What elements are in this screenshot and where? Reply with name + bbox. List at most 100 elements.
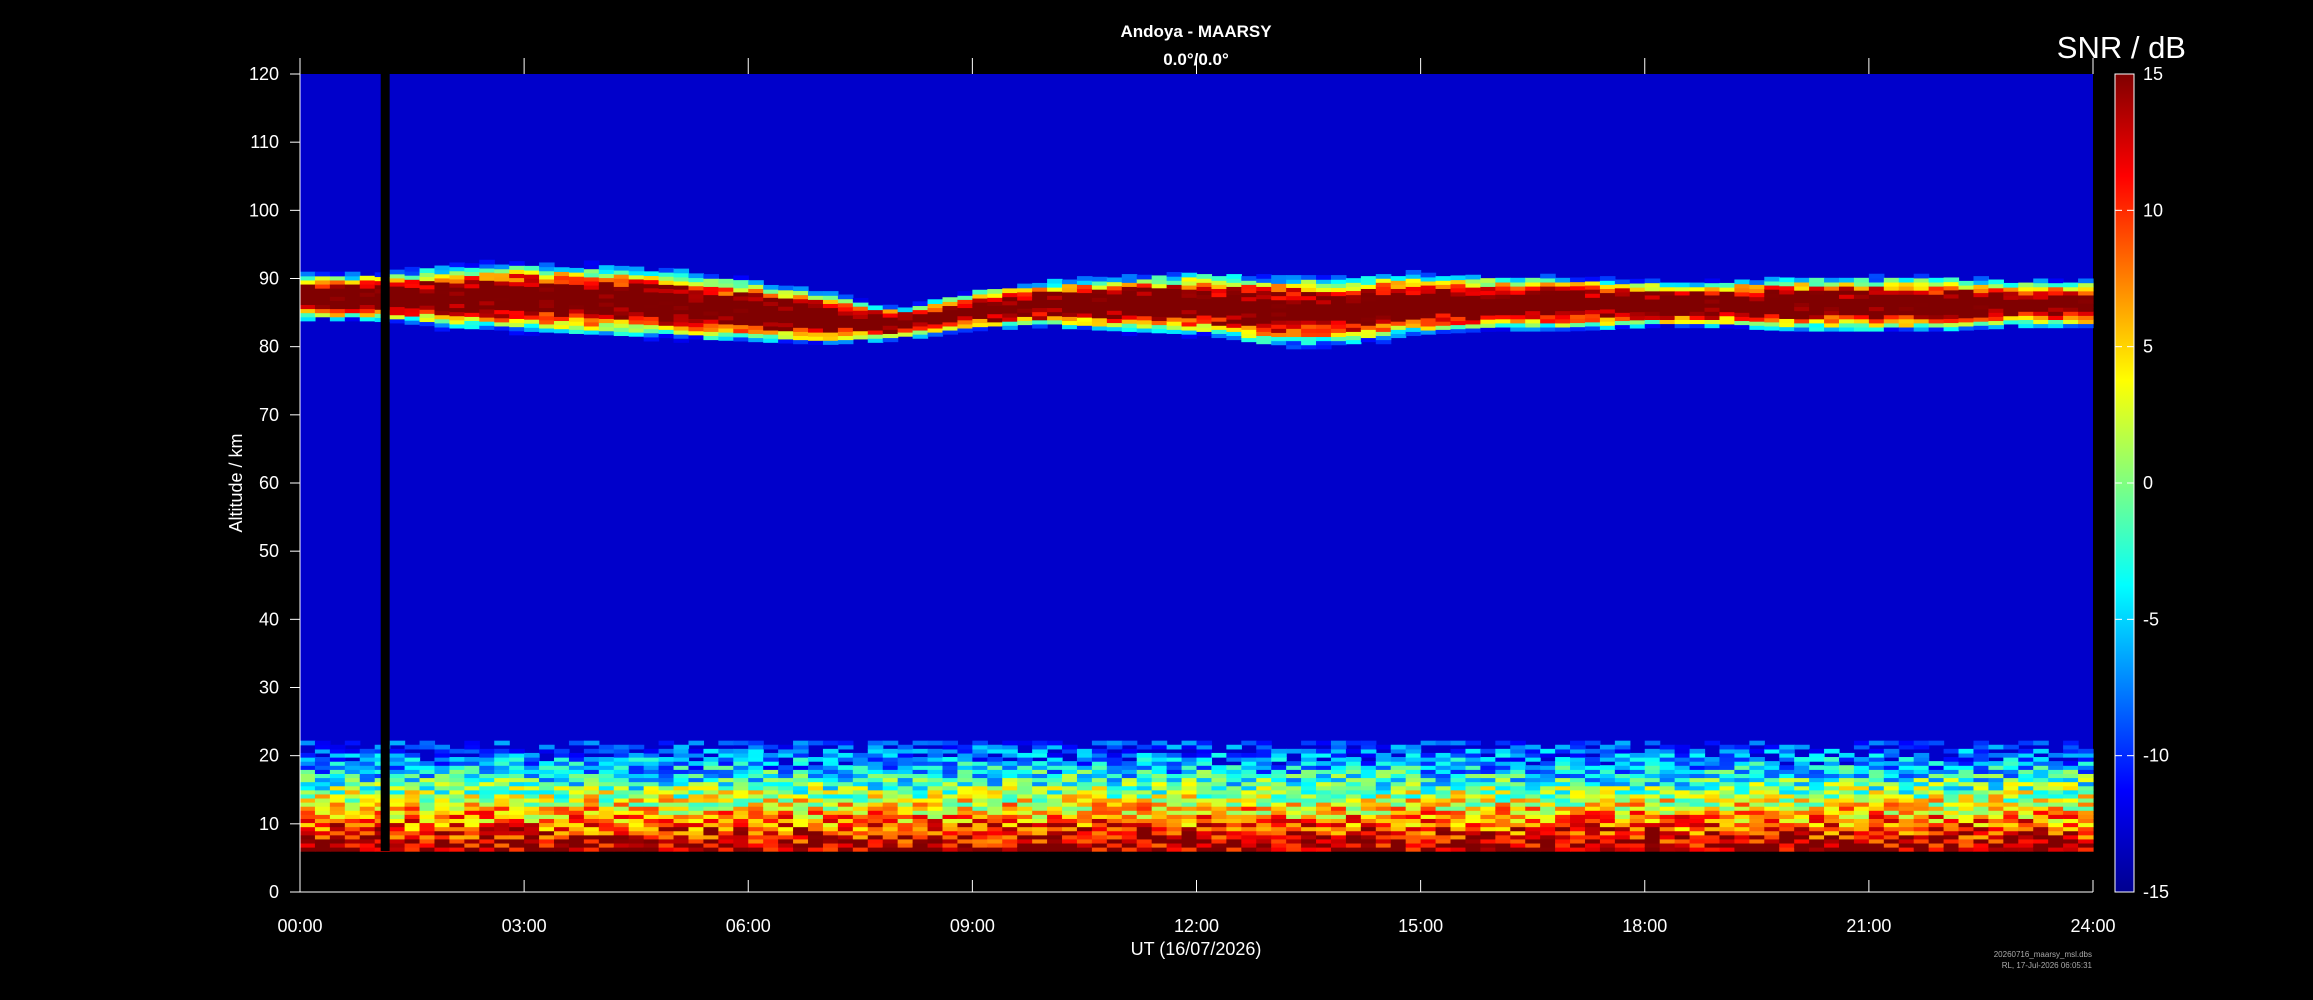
heatmap-cell <box>1764 321 1780 327</box>
heatmap-cell <box>1271 785 1287 791</box>
heatmap-cell <box>1883 773 1900 779</box>
heatmap-cell <box>972 326 988 332</box>
heatmap-cell <box>628 291 645 296</box>
heatmap-cell <box>867 325 884 331</box>
heatmap-cell <box>822 291 839 296</box>
heatmap-cell <box>1570 306 1586 311</box>
heatmap-cell <box>1062 765 1078 770</box>
heatmap-cell <box>434 277 451 283</box>
heatmap-cell <box>1794 802 1810 807</box>
footer-filename: 20260716_maarsy_msl.dbs <box>1994 950 2092 959</box>
heatmap-cell <box>1390 321 1407 326</box>
heatmap-cell <box>1017 789 1033 795</box>
heatmap-cell <box>643 287 660 293</box>
heatmap-cell <box>688 822 705 828</box>
heatmap-cell <box>434 748 451 754</box>
heatmap-cell <box>1794 847 1810 852</box>
heatmap-cell <box>942 826 959 832</box>
heatmap-cell <box>1136 291 1153 296</box>
heatmap-cell <box>554 275 570 281</box>
heatmap-cell <box>897 315 914 321</box>
heatmap-cell <box>1091 806 1108 811</box>
heatmap-cell <box>464 279 480 285</box>
heatmap-cell <box>1704 315 1721 320</box>
heatmap-cell <box>1017 830 1033 836</box>
heatmap-cell <box>568 781 585 787</box>
heatmap-cell <box>1465 278 1481 284</box>
heatmap-cell <box>1599 292 1616 298</box>
heatmap-cell <box>987 847 1003 852</box>
heatmap-cell <box>1764 789 1780 795</box>
heatmap-cell <box>1017 320 1033 326</box>
heatmap-cell <box>1450 757 1467 762</box>
heatmap-cell <box>658 769 675 774</box>
heatmap-cell <box>658 765 675 770</box>
heatmap-cell <box>404 802 421 807</box>
heatmap-cell <box>1838 814 1855 819</box>
heatmap-cell <box>1017 283 1033 289</box>
heatmap-cell <box>1973 822 1990 828</box>
heatmap-cell <box>524 830 540 836</box>
heatmap-cell <box>957 814 973 819</box>
heatmap-cell <box>852 847 869 852</box>
heatmap-cell <box>1256 294 1272 300</box>
heatmap-cell <box>852 842 869 848</box>
heatmap-cell <box>1181 284 1198 290</box>
heatmap-cell <box>1734 810 1750 815</box>
heatmap-cell <box>2033 822 2049 828</box>
heatmap-cell <box>1943 822 1960 828</box>
heatmap-cell <box>1943 777 1960 783</box>
heatmap-cell <box>2048 830 2064 836</box>
heatmap-cell <box>718 752 734 758</box>
heatmap-cell <box>703 789 719 795</box>
heatmap-cell <box>1525 298 1541 303</box>
heatmap-cell <box>449 842 465 848</box>
heatmap-cell <box>1510 847 1526 852</box>
heatmap-cell <box>793 748 809 754</box>
heatmap-cell <box>1764 744 1780 750</box>
heatmap-cell <box>1256 802 1272 807</box>
heatmap-cell <box>1032 793 1048 799</box>
heatmap-cell <box>987 802 1003 807</box>
heatmap-cell <box>1121 748 1138 754</box>
heatmap-cell <box>658 300 675 306</box>
heatmap-cell <box>628 781 645 787</box>
heatmap-cell <box>1674 838 1691 844</box>
heatmap-cell <box>479 317 495 322</box>
heatmap-cell <box>2078 797 2094 803</box>
heatmap-cell <box>658 757 675 762</box>
heatmap-cell <box>1510 789 1526 795</box>
heatmap-cell <box>449 262 465 268</box>
heatmap-cell <box>598 797 615 803</box>
heatmap-cell <box>972 289 988 295</box>
heatmap-cell <box>539 299 555 304</box>
heatmap-cell <box>1495 285 1511 291</box>
heatmap-cell <box>1614 806 1631 811</box>
heatmap-cell <box>778 773 794 779</box>
heatmap-cell <box>389 269 406 275</box>
heatmap-cell <box>1809 826 1825 832</box>
heatmap-cell <box>1480 748 1496 754</box>
heatmap-cell <box>419 761 436 766</box>
heatmap-cell <box>793 814 809 819</box>
heatmap-cell <box>1913 806 1930 811</box>
heatmap-cell <box>1256 765 1272 770</box>
heatmap-cell <box>1958 309 1975 315</box>
heatmap-cell <box>314 765 331 770</box>
heatmap-cell <box>1928 814 1945 819</box>
heatmap-cell <box>1555 806 1571 811</box>
heatmap-cell <box>1136 785 1153 791</box>
heatmap-cell <box>1779 847 1795 852</box>
heatmap-cell <box>1286 761 1302 766</box>
heatmap-cell <box>1764 802 1780 807</box>
heatmap-cell <box>1316 287 1332 293</box>
heatmap-cell <box>1510 842 1526 848</box>
heatmap-cell <box>613 769 630 774</box>
heatmap-cell <box>1435 814 1452 819</box>
heatmap-cell <box>2078 286 2094 292</box>
heatmap-cell <box>300 288 316 293</box>
heatmap-cell <box>1076 777 1093 783</box>
heatmap-cell <box>1301 789 1317 795</box>
heatmap-cell <box>1809 822 1825 828</box>
heatmap-cell <box>464 757 480 762</box>
